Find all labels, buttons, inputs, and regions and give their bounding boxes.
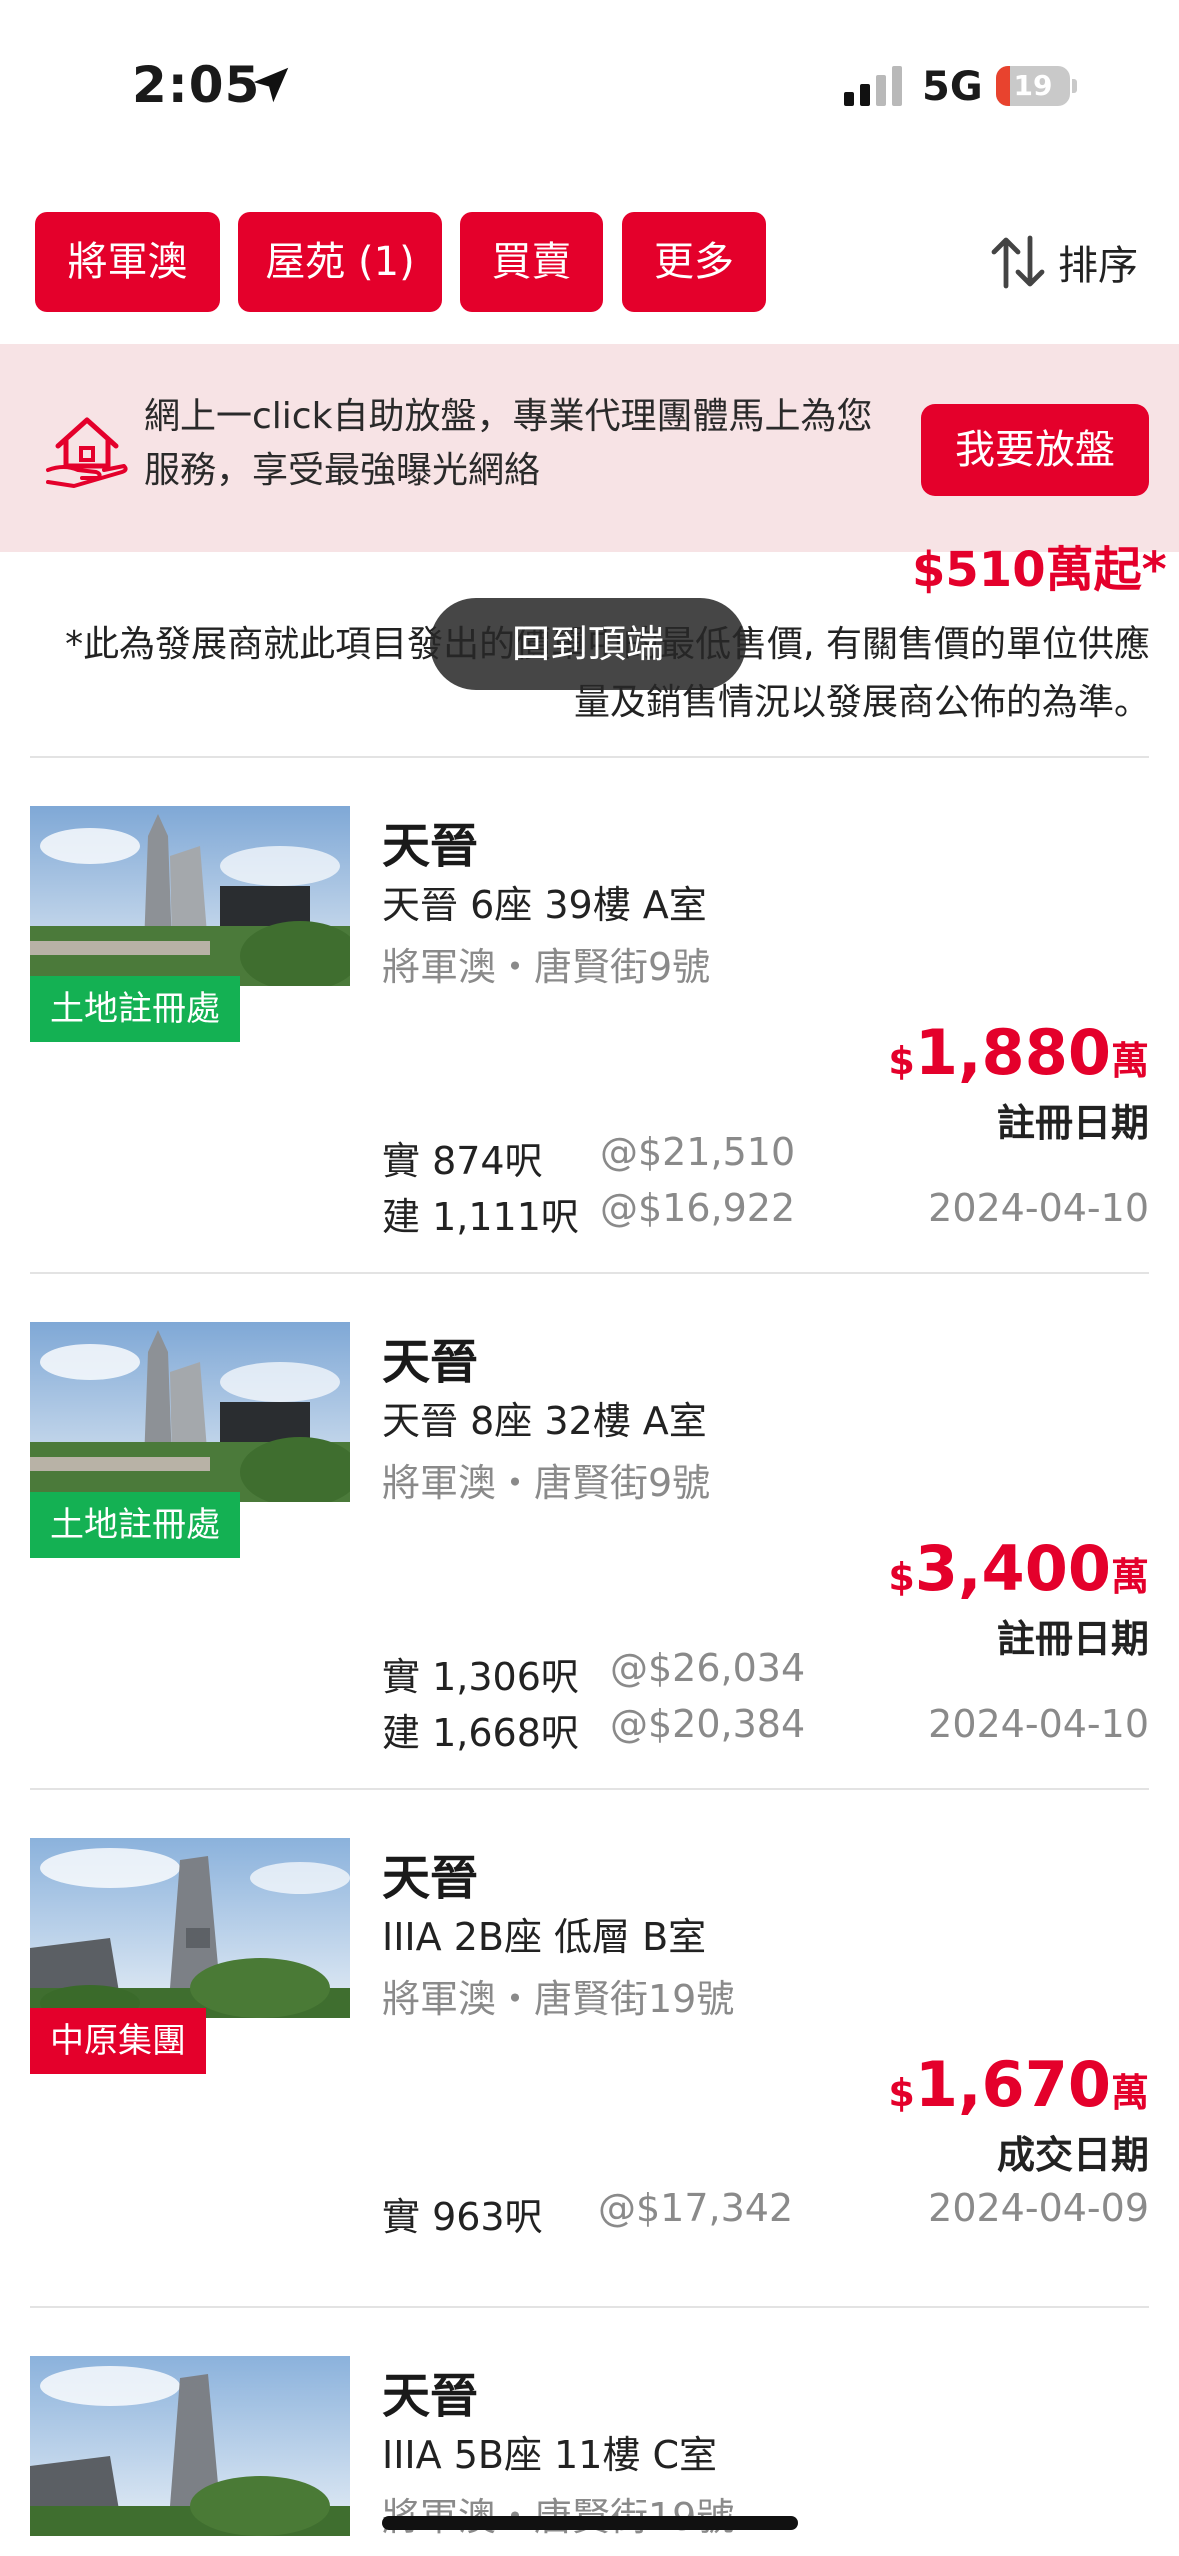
listing-address: 將軍澳・唐賢街19號	[382, 1977, 735, 2021]
listing-unit: IIIA 2B座 低層 B室	[382, 1915, 707, 1959]
listing-address: 將軍澳・唐賢街9號	[382, 945, 711, 989]
listing-address: 將軍澳・唐賢街9號	[382, 1461, 711, 1505]
filter-bar: 將軍澳 屋苑 (1) 買賣 更多 排序	[0, 200, 1179, 340]
promo-text: 網上一click自助放盤，專業代理團體馬上為您服務，享受最強曝光網絡	[144, 396, 873, 491]
page: 2:05 5G 19 將軍澳 屋苑 (1) 買賣 更多 排序 網上一click自…	[0, 0, 1179, 2556]
network-type: 5G	[922, 64, 983, 110]
home-indicator[interactable]	[382, 2516, 798, 2530]
building-photo-image	[30, 2356, 350, 2536]
saleable-price-per-sqft: @$17,342	[598, 2186, 794, 2230]
gross-area: 建 1,668呎	[382, 1711, 579, 1755]
price-unit: 萬	[1110, 1039, 1149, 1083]
divider	[30, 2306, 1149, 2308]
building-photo-image	[30, 806, 350, 986]
price-currency: $	[888, 2071, 915, 2115]
transaction-date: 2024-04-10	[928, 1186, 1149, 1230]
sort-button[interactable]: 排序	[990, 230, 1138, 294]
battery-icon: 19	[996, 66, 1077, 106]
sort-icon	[991, 235, 1045, 289]
price-currency: $	[888, 1555, 915, 1599]
price-unit: 萬	[1110, 1555, 1149, 1599]
gross-price-per-sqft: @$16,922	[600, 1186, 796, 1230]
promo-banner: 網上一click自助放盤，專業代理團體馬上為您服務，享受最強曝光網絡 我要放盤	[0, 344, 1179, 552]
building-photo	[30, 2356, 350, 2536]
price-currency: $	[888, 1039, 915, 1083]
transaction-date: 2024-04-10	[928, 1702, 1149, 1746]
saleable-price-per-sqft: @$26,034	[610, 1646, 806, 1690]
filter-chip-type[interactable]: 買賣	[460, 212, 603, 312]
location-arrow-icon	[253, 67, 289, 103]
listing-estate-name: 天晉	[382, 2368, 479, 2424]
filter-chip-estate[interactable]: 屋苑 (1)	[238, 212, 442, 312]
gross-area: 建 1,111呎	[382, 1195, 579, 1239]
gross-price-per-sqft: @$20,384	[610, 1702, 806, 1746]
price-value: 1,880	[914, 1016, 1111, 1089]
battery-body: 19	[996, 66, 1070, 106]
back-to-top-button[interactable]: 回到頂端	[430, 598, 746, 690]
cellular-signal-icon	[844, 66, 902, 106]
listing-estate-name: 天晉	[382, 818, 479, 874]
battery-level: 19	[1013, 69, 1053, 102]
source-tag: 土地註冊處	[30, 1492, 240, 1558]
listing-item[interactable]: 中原集團 天晉 IIIA 2B座 低層 B室 將軍澳・唐賢街19號 $1,670…	[0, 1808, 1179, 2324]
divider	[30, 1788, 1149, 1790]
building-photo	[30, 1322, 350, 1502]
listing-item[interactable]: 土地註冊處 天晉 天晉 8座 32樓 A室 將軍澳・唐賢街9號 $3,400萬 …	[0, 1292, 1179, 1808]
listing-price: $3,400萬	[888, 1532, 1149, 1605]
price-value: 1,670	[914, 2048, 1111, 2121]
building-photo	[30, 806, 350, 986]
listing-item[interactable]: 土地註冊處 天晉 天晉 6座 39樓 A室 將軍澳・唐賢街9號 $1,880萬 …	[0, 776, 1179, 1292]
building-photo-image	[30, 1322, 350, 1502]
house-hand-icon	[46, 417, 128, 488]
price-value: 3,400	[914, 1532, 1111, 1605]
divider	[30, 1272, 1149, 1274]
listing-unit: 天晉 6座 39樓 A室	[382, 883, 707, 927]
listing-unit: 天晉 8座 32樓 A室	[382, 1399, 707, 1443]
starting-price: $510萬起*	[912, 542, 1167, 598]
date-label: 註冊日期	[996, 1101, 1149, 1145]
filter-chip-district[interactable]: 將軍澳	[35, 212, 220, 312]
battery-tip	[1072, 79, 1077, 93]
saleable-area: 實 963呎	[382, 2195, 543, 2239]
filter-chip-more[interactable]: 更多	[622, 212, 766, 312]
listing-estate-name: 天晉	[382, 1334, 479, 1390]
saleable-area: 實 1,306呎	[382, 1655, 579, 1699]
sort-label: 排序	[1058, 243, 1138, 289]
saleable-area: 實 874呎	[382, 1139, 543, 1183]
date-label: 成交日期	[996, 2133, 1149, 2177]
building-photo-image	[30, 1838, 350, 2018]
price-unit: 萬	[1110, 2071, 1149, 2115]
listing-address: 將軍澳・唐賢街19號	[382, 2486, 734, 2541]
listing-unit: IIIA 5B座 11樓 C室	[382, 2433, 717, 2477]
status-bar: 2:05 5G 19	[0, 0, 1179, 160]
status-time: 2:05	[132, 56, 261, 114]
listing-price: $1,670萬	[888, 2048, 1149, 2121]
date-label: 註冊日期	[996, 1617, 1149, 1661]
building-photo	[30, 1838, 350, 2018]
source-tag: 土地註冊處	[30, 976, 240, 1042]
listing-estate-name: 天晉	[382, 1850, 479, 1906]
transaction-date: 2024-04-09	[928, 2186, 1149, 2230]
divider	[30, 756, 1149, 758]
source-tag: 中原集團	[30, 2008, 206, 2074]
listing-price: $1,880萬	[888, 1016, 1149, 1089]
list-property-button[interactable]: 我要放盤	[921, 404, 1149, 496]
saleable-price-per-sqft: @$21,510	[600, 1130, 796, 1174]
